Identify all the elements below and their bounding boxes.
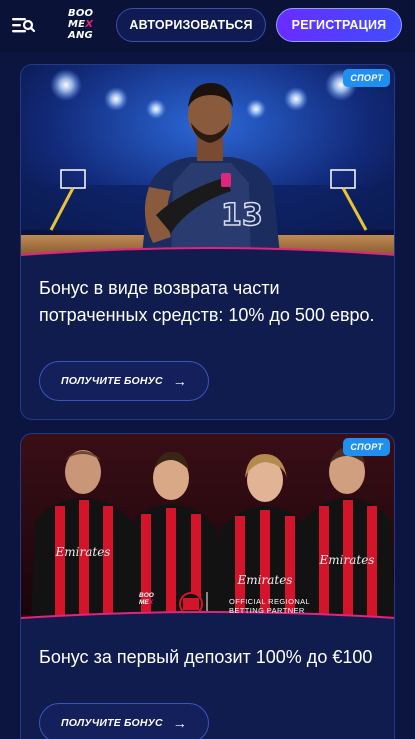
promo-card-first-deposit[interactable]: Emirates Emirates Emirates BOO MEX OFFIC… (20, 433, 395, 739)
promo-title: Бонус в виде возврата части потраченных … (39, 278, 375, 325)
logo-line-2: MEX (68, 19, 94, 30)
logo-line-1: BOO (68, 8, 94, 19)
jersey-sponsor-1: Emirates (55, 545, 111, 559)
get-bonus-label: ПОЛУЧИТЕ БОНУС (61, 717, 163, 729)
top-header: BOO MEX ANG АВТОРИЗОВАТЬСЯ РЕГИСТРАЦИЯ (0, 0, 415, 52)
jersey-number: 13 (221, 198, 263, 233)
partner-text-line-1: OFFICIAL REGIONAL (229, 597, 311, 606)
sport-tag: СПОРТ (343, 69, 390, 87)
get-bonus-button[interactable]: ПОЛУЧИТЕ БОНУС → (39, 703, 209, 739)
arrow-right-icon: → (172, 715, 187, 731)
brand-logo[interactable]: BOO MEX ANG (68, 8, 104, 44)
register-button[interactable]: РЕГИСТРАЦИЯ (276, 8, 402, 42)
jersey-sponsor-3: Emirates (237, 573, 293, 587)
logo-line-3: ANG (68, 30, 93, 41)
basketball-banner-image: 13 (21, 65, 394, 265)
login-button[interactable]: АВТОРИЗОВАТЬСЯ (116, 8, 266, 42)
jersey-sponsor-4: Emirates (319, 553, 375, 567)
menu-search-icon[interactable] (10, 14, 36, 36)
partner-text: OFFICIAL REGIONAL BETTING PARTNER (229, 597, 310, 615)
get-bonus-label: ПОЛУЧИТЕ БОНУС (61, 375, 163, 387)
arrow-right-icon: → (172, 373, 187, 389)
promo-card-cashback[interactable]: 13 СПОРТ Бонус в виде возврата части пот… (20, 64, 395, 420)
partner-logo-line-1: BOO (139, 592, 154, 599)
partner-text-line-2: BETTING PARTNER (229, 606, 305, 615)
promo-title: Бонус за первый депозит 100% до €100 (39, 647, 373, 667)
get-bonus-button[interactable]: ПОЛУЧИТЕ БОНУС → (39, 361, 209, 401)
sport-tag: СПОРТ (343, 438, 390, 456)
football-players-banner-image: Emirates Emirates Emirates (21, 434, 394, 626)
partner-brand-logo: BOO MEX (139, 592, 154, 606)
partner-logo-line-2: MEX (139, 599, 154, 606)
